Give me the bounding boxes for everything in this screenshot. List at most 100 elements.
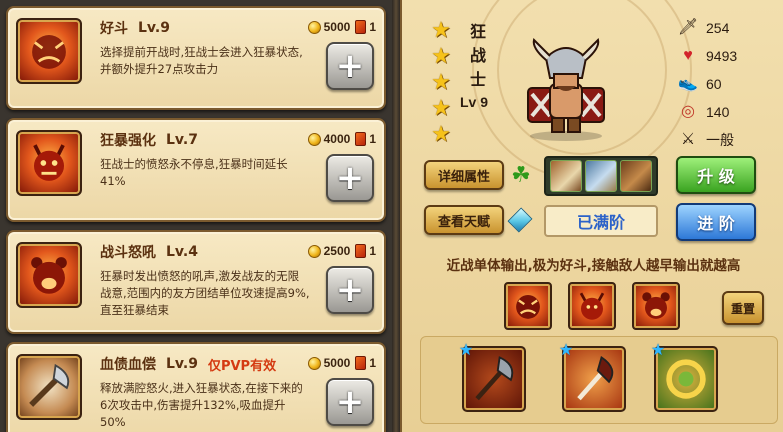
hero-description: 近战单体输出,极为好斗,接触敌人越早输出就越高 — [446, 258, 741, 274]
pvp-only-tag: 仅PVP有效 — [207, 358, 277, 374]
coin-icon — [307, 132, 321, 146]
roar-bear-skill-icon — [16, 242, 82, 308]
hero-star-rating: ★ ★ ★ ★ ★ — [430, 20, 456, 150]
stat-speed-value: 60 — [706, 76, 722, 92]
reset-button[interactable]: 重置 — [722, 291, 764, 325]
hero-name-char: 战 — [469, 46, 486, 65]
book-count: 1 — [369, 132, 376, 146]
upgrade-button[interactable]: 升 级 — [676, 156, 756, 194]
coin-icon — [307, 356, 321, 370]
equipment-slots — [544, 156, 658, 196]
skill-description: 狂暴时发出愤怒的吼声,激发战友的无限战意,范围内的友方团结单位攻速提高9%,直至… — [100, 269, 310, 317]
plus-icon: + — [335, 270, 365, 310]
skill-cost: 4000 1 — [307, 130, 376, 148]
upgrade-skill-button[interactable]: + — [326, 42, 374, 90]
skill-level: Lv.9 — [138, 20, 170, 36]
star-icon: ★ — [431, 44, 451, 69]
skill-title-row: 狂暴强化 Lv.7 — [100, 130, 198, 150]
hero-name: 狂 战 士 — [466, 20, 490, 92]
plus-icon: + — [335, 46, 365, 86]
cost-value: 2500 — [323, 244, 351, 258]
upgrade-skill-button[interactable]: + — [326, 154, 374, 202]
stone-icon[interactable] — [584, 160, 617, 192]
star-icon: ★ — [431, 18, 451, 43]
skill-title-row: 好斗 Lv.9 — [100, 18, 170, 38]
star-icon: ★ — [431, 122, 451, 147]
axe-skill-icon — [16, 354, 82, 420]
skill-book-icon — [355, 356, 367, 370]
detail-attributes-button[interactable]: 详细属性 — [424, 160, 504, 190]
cost-value: 5000 — [323, 356, 351, 370]
hero-level: Lv 9 — [460, 94, 489, 110]
skill-name: 血债血偿 — [100, 357, 156, 373]
skill-name: 战斗怒吼 — [100, 245, 156, 261]
dual-swords-icon: ⚔ — [680, 131, 696, 148]
hero-skill-slots — [504, 282, 694, 332]
demon-skill-icon[interactable] — [568, 282, 616, 330]
sword-icon: 🗡 — [677, 19, 699, 36]
upgrade-skill-button[interactable]: + — [326, 378, 374, 426]
skill-level: Lv.4 — [166, 244, 198, 260]
advance-button[interactable]: 进 阶 — [676, 203, 756, 241]
book-count: 1 — [369, 356, 376, 370]
blue-star-icon: ★ — [650, 340, 666, 359]
star-icon: ★ — [431, 96, 451, 121]
coin-icon — [307, 20, 321, 34]
skill-book-icon — [355, 132, 367, 146]
skill-card-1[interactable]: 好斗 Lv.9 5000 1 选择提前开战时,狂战士会进入狂暴状态,并额外提升2… — [6, 6, 386, 110]
blue-star-icon: ★ — [458, 340, 474, 359]
roar-bear-skill-icon[interactable] — [632, 282, 680, 330]
skill-description: 选择提前开战时,狂战士会进入狂暴状态,并额外提升27点攻击力 — [100, 45, 303, 76]
skill-cost: 5000 1 — [307, 18, 376, 36]
skill-card-4[interactable]: 血债血偿 Lv.9 仅PVP有效 5000 1 释放满腔怒火,进入狂暴状态,在接… — [6, 342, 386, 432]
claw-icon[interactable] — [620, 160, 653, 192]
rage-face-skill-icon — [16, 18, 82, 84]
upgrade-skill-button[interactable]: + — [326, 266, 374, 314]
skill-card-3[interactable]: 战斗怒吼 Lv.4 2500 1 狂暴时发出愤怒的吼声,激发战友的无限战意,范围… — [6, 230, 386, 334]
skill-cost: 2500 1 — [307, 242, 376, 260]
stat-attack-speed-value: 一般 — [706, 132, 734, 148]
skill-cost: 5000 1 — [307, 354, 376, 372]
star-icon: ★ — [431, 70, 451, 95]
skill-description: 释放满腔怒火,进入狂暴状态,在接下来的6次攻击中,伤害提升132%,吸血提升50… — [100, 381, 303, 429]
skill-book-icon — [355, 244, 367, 258]
coin-icon — [307, 244, 321, 258]
skill-list: 好斗 Lv.9 5000 1 选择提前开战时,狂战士会进入狂暴状态,并额外提升2… — [0, 0, 392, 432]
cost-value: 4000 — [323, 132, 351, 146]
skill-title-row: 血债血偿 Lv.9 仅PVP有效 — [100, 354, 276, 374]
max-rank-label: 已满阶 — [544, 205, 658, 237]
demon-skill-icon — [16, 130, 82, 196]
view-talent-button[interactable]: 查看天赋 — [424, 205, 504, 235]
cost-value: 5000 — [323, 20, 351, 34]
panel-divider — [392, 0, 400, 432]
hero-panel: ★ ★ ★ ★ ★ 狂 战 士 Lv 9 🗡 254 ♥ 9493 👟 60 ◎… — [400, 0, 783, 432]
target-icon: ◎ — [681, 103, 695, 120]
stat-attack-value: 254 — [706, 20, 730, 36]
stat-hp-value: 9493 — [706, 48, 738, 64]
rage-face-skill-icon[interactable] — [504, 282, 552, 330]
plus-icon: + — [335, 382, 365, 422]
skill-level: Lv.9 — [166, 356, 198, 372]
skill-title-row: 战斗怒吼 Lv.4 — [100, 242, 198, 262]
skill-name: 好斗 — [100, 21, 128, 37]
heart-icon: ♥ — [683, 47, 693, 64]
gem-icon — [507, 207, 533, 233]
hero-stats: 🗡 254 ♥ 9493 👟 60 ◎ 140 ⚔ 一般 — [678, 14, 778, 154]
blue-star-icon: ★ — [558, 340, 574, 359]
boot-icon: 👟 — [678, 75, 698, 92]
skill-book-icon — [355, 20, 367, 34]
stat-attack-speed: ⚔ 一般 — [678, 126, 778, 154]
stat-speed: 👟 60 — [678, 70, 778, 98]
book-count: 1 — [369, 20, 376, 34]
hero-name-char: 士 — [469, 70, 486, 89]
scroll-icon[interactable] — [549, 160, 582, 192]
skill-card-2[interactable]: 狂暴强化 Lv.7 4000 1 狂战士的愤怒永不停息,狂暴时间延长41% + — [6, 118, 386, 222]
stat-range: ◎ 140 — [678, 98, 778, 126]
stat-attack: 🗡 254 — [678, 14, 778, 42]
stat-hp: ♥ 9493 — [678, 42, 778, 70]
game-screen: 好斗 Lv.9 5000 1 选择提前开战时,狂战士会进入狂暴状态,并额外提升2… — [0, 0, 783, 432]
stat-range-value: 140 — [706, 104, 730, 120]
clover-icon: ☘ — [511, 163, 531, 188]
skill-name: 狂暴强化 — [100, 133, 156, 149]
book-count: 1 — [369, 244, 376, 258]
